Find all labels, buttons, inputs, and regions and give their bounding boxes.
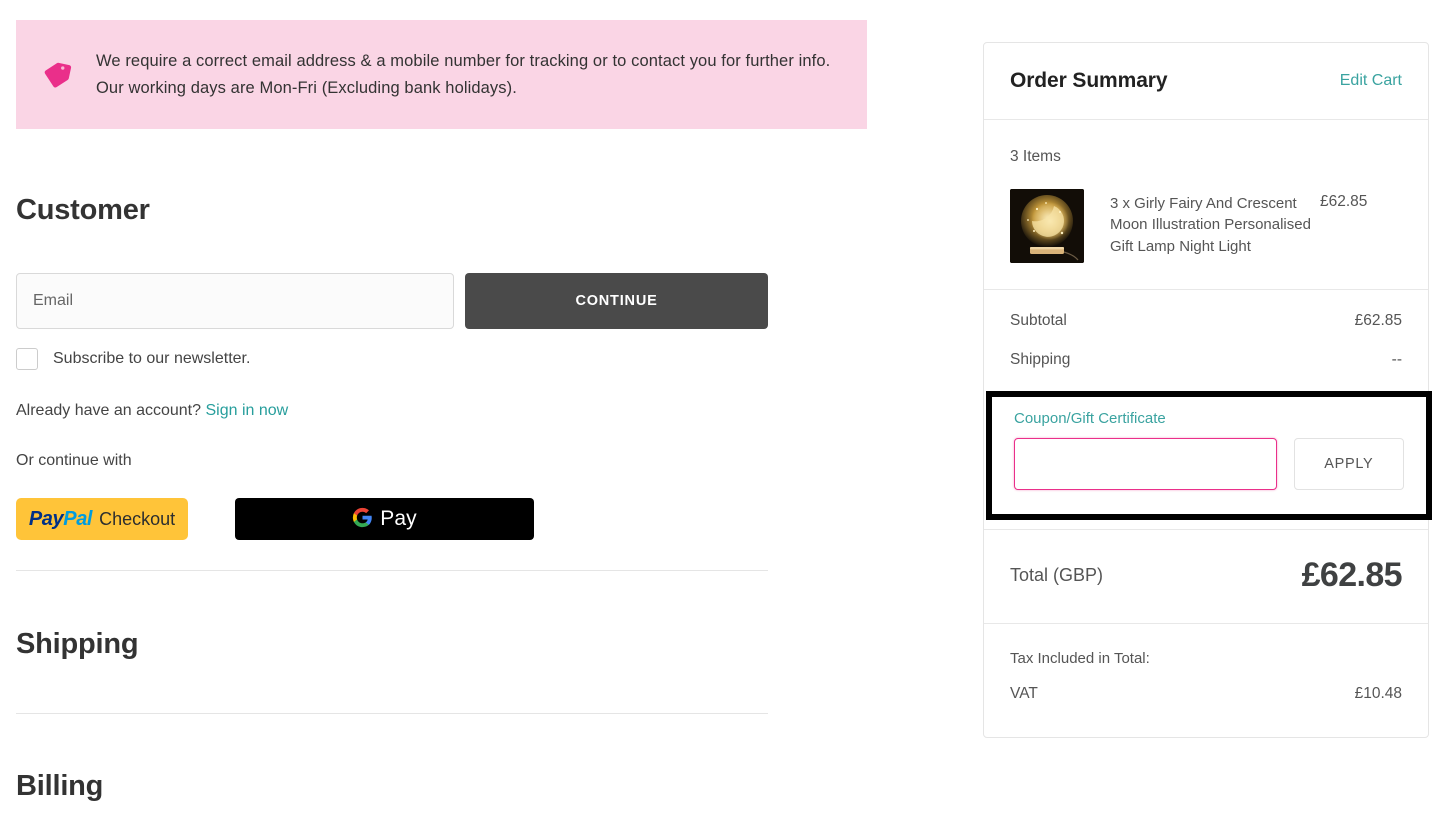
order-summary-card: Order Summary Edit Cart 3 Items 3 x Girl… — [983, 42, 1429, 738]
order-summary-lines: Subtotal £62.85 Shipping -- — [984, 290, 1428, 400]
shipping-heading: Shipping — [16, 628, 139, 660]
tax-included-heading: Tax Included in Total: — [1010, 650, 1150, 667]
account-prompt-text: Already have an account? — [16, 402, 202, 419]
edit-cart-link[interactable]: Edit Cart — [1340, 72, 1402, 90]
product-thumbnail — [1010, 189, 1084, 263]
coupon-gift-certificate-section: Coupon/Gift Certificate APPLY — [986, 391, 1432, 520]
price-tag-icon — [40, 60, 74, 90]
continue-button[interactable]: CONTINUE — [465, 273, 768, 329]
subtotal-value: £62.85 — [1354, 312, 1402, 329]
checkout-page: We require a correct email address & a m… — [0, 0, 1447, 831]
email-mobile-notice-banner: We require a correct email address & a m… — [16, 20, 867, 129]
email-input[interactable] — [16, 273, 454, 329]
google-g-icon — [352, 507, 373, 531]
or-continue-with-label: Or continue with — [16, 452, 132, 469]
google-pay-button[interactable]: Pay — [235, 498, 534, 540]
newsletter-label: Subscribe to our newsletter. — [53, 350, 251, 367]
order-total-row: Total (GBP) £62.85 — [984, 529, 1428, 624]
subtotal-row: Subtotal £62.85 — [1010, 312, 1402, 330]
customer-heading: Customer — [16, 194, 150, 226]
items-count-label: 3 Items — [1010, 148, 1061, 165]
order-summary-title: Order Summary — [1010, 69, 1168, 92]
paypal-checkout-label: Checkout — [99, 508, 176, 529]
newsletter-checkbox[interactable] — [16, 348, 38, 370]
newsletter-checkbox-row[interactable]: Subscribe to our newsletter. — [16, 348, 250, 370]
existing-account-row: Already have an account? Sign in now — [16, 402, 288, 420]
order-total-label: Total (GBP) — [1010, 565, 1104, 585]
paypal-logo-pay: Pay — [28, 507, 64, 530]
billing-heading: Billing — [16, 770, 104, 802]
section-divider-shipping — [16, 570, 768, 571]
vat-row: VAT £10.48 — [1010, 685, 1402, 703]
apply-coupon-button[interactable]: APPLY — [1293, 438, 1404, 490]
tax-section: Tax Included in Total: VAT £10.48 — [984, 624, 1428, 737]
order-total-value: £62.85 — [1301, 556, 1403, 594]
paypal-logo-pal: Pal — [63, 507, 93, 530]
vat-label: VAT — [1010, 685, 1038, 702]
shipping-row: Shipping -- — [1010, 351, 1402, 369]
google-pay-label: Pay — [380, 507, 417, 530]
shipping-value: -- — [1391, 351, 1402, 368]
cart-item-name: 3 x Girly Fairy And Crescent Moon Illust… — [1110, 195, 1311, 255]
paypal-checkout-button[interactable]: Pay Pal Checkout — [16, 498, 188, 540]
order-summary-items-section: 3 Items 3 x Girly Fairy And Crescent Moo… — [984, 120, 1428, 290]
notice-text: We require a correct email address & a m… — [96, 51, 831, 97]
customer-email-row: CONTINUE — [16, 273, 768, 329]
shipping-label: Shipping — [1010, 351, 1071, 368]
coupon-code-input[interactable] — [1014, 438, 1277, 490]
cart-item-price: £62.85 — [1320, 193, 1368, 210]
section-divider-billing — [16, 713, 768, 714]
sign-in-link[interactable]: Sign in now — [205, 402, 288, 419]
vat-value: £10.48 — [1354, 685, 1402, 702]
cart-line-item: 3 x Girly Fairy And Crescent Moon Illust… — [1010, 189, 1402, 263]
coupon-toggle-link[interactable]: Coupon/Gift Certificate — [1014, 410, 1166, 427]
subtotal-label: Subtotal — [1010, 312, 1067, 329]
coupon-input-row: APPLY — [1014, 438, 1404, 490]
order-summary-header: Order Summary Edit Cart — [984, 43, 1428, 120]
